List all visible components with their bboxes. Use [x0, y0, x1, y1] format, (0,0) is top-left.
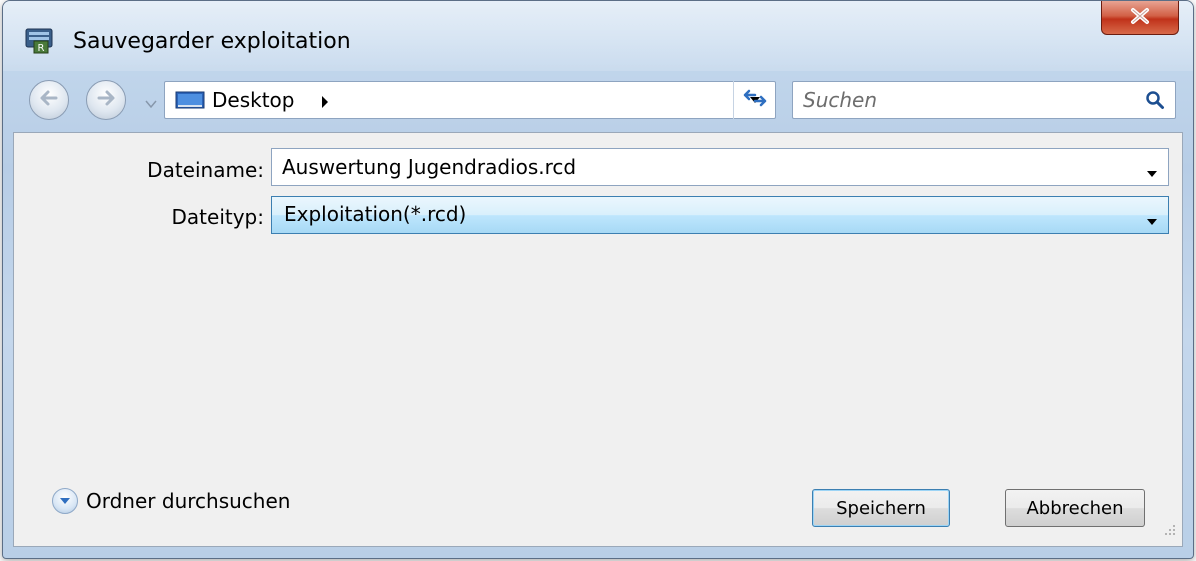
- close-icon: [1129, 7, 1151, 29]
- resize-grip-icon[interactable]: [1164, 521, 1176, 540]
- filename-field[interactable]: [271, 148, 1169, 186]
- search-box[interactable]: [792, 81, 1176, 119]
- browse-folders-label[interactable]: Ordner durchsuchen: [86, 489, 290, 513]
- filename-label: Dateiname:: [147, 158, 264, 182]
- refresh-icon: [742, 87, 768, 113]
- close-button[interactable]: [1101, 1, 1179, 35]
- filetype-value[interactable]: Exploitation(*.rcd): [284, 202, 466, 226]
- filename-dropdown-icon[interactable]: [1146, 163, 1158, 182]
- save-dialog-window: R Sauvegarder exploitation Desktop Suche…: [2, 0, 1194, 559]
- filename-input[interactable]: [282, 154, 1122, 180]
- navigation-bar: Desktop: [3, 73, 1193, 129]
- chevron-right-icon[interactable]: [320, 94, 330, 113]
- search-input[interactable]: [803, 87, 1123, 113]
- save-button[interactable]: Speichern: [812, 489, 950, 527]
- back-arrow-icon: [38, 89, 60, 111]
- back-button[interactable]: [29, 80, 69, 120]
- svg-text:R: R: [38, 43, 45, 54]
- title-bar[interactable]: R Sauvegarder exploitation: [3, 1, 1193, 71]
- chevron-down-icon[interactable]: [144, 94, 158, 113]
- window-title: Sauvegarder exploitation: [73, 29, 351, 54]
- refresh-button[interactable]: [733, 81, 775, 119]
- filetype-label: Dateityp:: [171, 205, 264, 229]
- search-icon[interactable]: [1145, 90, 1165, 114]
- expand-icon[interactable]: [52, 488, 78, 514]
- address-location[interactable]: Desktop: [212, 88, 294, 112]
- browse-folders-toggle[interactable]: Ordner durchsuchen: [52, 488, 290, 514]
- forward-arrow-icon: [95, 89, 117, 111]
- filetype-dropdown-icon[interactable]: [1146, 211, 1158, 230]
- app-icon: R: [25, 27, 53, 55]
- filetype-select[interactable]: Exploitation(*.rcd): [271, 196, 1169, 234]
- cancel-button[interactable]: Abbrechen: [1005, 489, 1145, 527]
- desktop-icon: [175, 91, 205, 111]
- content-panel: Dateiname: Dateityp: Exploitation(*.rcd)…: [13, 132, 1183, 547]
- address-bar[interactable]: Desktop: [164, 81, 776, 119]
- forward-button[interactable]: [86, 80, 126, 120]
